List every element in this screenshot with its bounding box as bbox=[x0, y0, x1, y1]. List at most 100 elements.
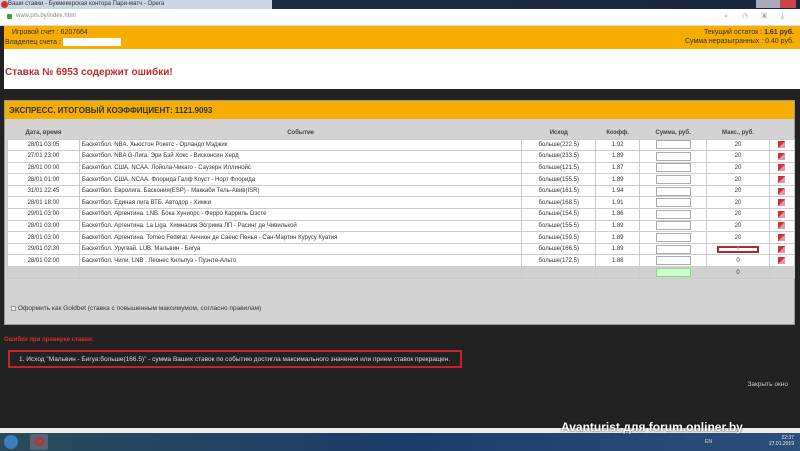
owner-value bbox=[62, 38, 121, 46]
bet-sum-input[interactable] bbox=[655, 256, 691, 266]
clock[interactable]: 22:37 27.01.2019 bbox=[769, 435, 794, 447]
close-window-link[interactable]: Закрыть окно bbox=[747, 381, 788, 388]
error-message: 1. Исход "Мальвин - Бигуа:больше(166.5)"… bbox=[8, 350, 462, 368]
taskbar-opera[interactable] bbox=[30, 434, 48, 450]
unplayed-value: 0.40 руб. bbox=[765, 38, 794, 45]
col-date: Дата, время bbox=[25, 129, 62, 136]
col-coeff: Коэфф. bbox=[606, 129, 630, 136]
bet-outcome: больше(233.5) bbox=[521, 150, 597, 163]
bet-date: 28/01 01:00 bbox=[7, 173, 80, 186]
delete-icon[interactable] bbox=[778, 199, 786, 207]
bet-sum-input[interactable] bbox=[655, 221, 691, 231]
bet-sum-cell bbox=[639, 219, 708, 233]
game-account-label: Игровой счет : bbox=[12, 29, 59, 36]
empty bbox=[521, 266, 597, 280]
delete-icon[interactable] bbox=[778, 141, 786, 149]
bet-max: 20 bbox=[706, 173, 770, 186]
col-outcome: Исход bbox=[549, 129, 568, 136]
balance-label: Текущий остаток : bbox=[703, 29, 763, 36]
bet-event: Баскетбол. Аргентина. LNB. Бока Хуниорс … bbox=[78, 208, 523, 221]
language-indicator[interactable]: EN bbox=[705, 439, 712, 445]
bet-max-error: 0 bbox=[717, 245, 760, 253]
total-sum-input[interactable] bbox=[655, 268, 691, 278]
bet-date: 28/01 18:00 bbox=[7, 196, 80, 210]
bet-date: 28/01 03:05 bbox=[7, 138, 80, 152]
bet-sum-input[interactable] bbox=[655, 244, 691, 254]
delete-icon[interactable] bbox=[778, 257, 786, 265]
game-account-value: 6207664 bbox=[60, 29, 88, 36]
bet-outcome: больше(154.5) bbox=[521, 208, 597, 221]
delete-icon[interactable] bbox=[778, 210, 786, 218]
delete-icon[interactable] bbox=[778, 187, 786, 195]
bet-coeff: 1.88 bbox=[595, 254, 641, 268]
bet-coeff: 1.89 bbox=[595, 242, 641, 256]
owner: Владелец счета : bbox=[5, 38, 121, 46]
delete-icon[interactable] bbox=[778, 152, 786, 160]
bet-delete-cell bbox=[768, 184, 796, 198]
bet-delete-cell bbox=[768, 231, 796, 244]
empty bbox=[595, 266, 641, 280]
opera-icon bbox=[34, 437, 44, 446]
express-header: ЭКСПРЕСС. ИТОГОВЫЙ КОЭФФИЦИЕНТ: 1121.909… bbox=[5, 101, 794, 119]
bet-sum-input[interactable] bbox=[655, 163, 691, 173]
delete-icon[interactable] bbox=[778, 245, 786, 253]
bet-sum-input[interactable] bbox=[655, 140, 691, 150]
bet-sum-cell bbox=[639, 242, 708, 256]
bet-event: Баскетбол. США. NCAA. Лойола-Чикаго - Са… bbox=[78, 161, 523, 175]
toolbar-icons[interactable]: ⌕ ◷ ▣ ⤓ bbox=[724, 13, 790, 21]
bet-sum-cell bbox=[639, 208, 708, 221]
bet-outcome: больше(155.5) bbox=[521, 173, 597, 186]
bet-sum-cell bbox=[639, 173, 708, 186]
table-row: 28/01 03:00 Баскетбол. Аргентина. La Liga… bbox=[7, 219, 796, 233]
table-row: 28/01 18:00 Баскетбол. Единая лига ВТБ. А… bbox=[7, 196, 796, 210]
bet-delete-cell bbox=[768, 254, 796, 268]
bet-delete-cell bbox=[768, 138, 796, 152]
bet-event: Баскетбол. Уругвай. LUB. Мальвин - Бигуа bbox=[78, 242, 523, 256]
delete-icon[interactable] bbox=[778, 222, 786, 230]
bet-coeff: 1.89 bbox=[595, 150, 641, 163]
bet-sum-input[interactable] bbox=[655, 233, 691, 243]
bet-outcome: больше(168.5) bbox=[521, 196, 597, 210]
goldbet-option[interactable]: Оформить как Goldbet (ставка с повышенны… bbox=[11, 305, 261, 312]
bet-date: 28/01 03:00 bbox=[7, 219, 80, 233]
col-action bbox=[769, 127, 794, 139]
bet-max: 20 bbox=[706, 138, 770, 152]
window-controls[interactable] bbox=[756, 0, 796, 8]
bet-max: 20 bbox=[706, 196, 770, 210]
bet-sum-input[interactable] bbox=[655, 175, 691, 185]
bet-date: 27/01 23:00 bbox=[7, 150, 80, 163]
taskbar: EN 22:37 27.01.2019 bbox=[0, 433, 800, 451]
delete-icon[interactable] bbox=[778, 176, 786, 184]
window-title: Ваши ставки - Букмекерская контора Пари-… bbox=[8, 1, 165, 7]
delete-icon[interactable] bbox=[778, 164, 786, 172]
table-row: 28/01 03:05 Баскетбол. NBA. Хьюстон Рокет… bbox=[7, 138, 796, 152]
bet-outcome: больше(121.5) bbox=[521, 161, 597, 175]
bet-sum-cell bbox=[639, 231, 708, 244]
bet-event: Баскетбол. Чили. LNB . Леонес Кильпуэ - … bbox=[78, 254, 523, 268]
total-max: 0 bbox=[706, 266, 770, 280]
table-row: 28/01 01:00 Баскетбол. США. NCAA. Флорида… bbox=[7, 173, 796, 186]
table-row: 28/01 03:00 Баскетбол. Аргентина. Torneo … bbox=[7, 231, 796, 244]
url-text[interactable]: www.pm.by/index.html bbox=[16, 13, 76, 19]
bet-date: 29/01 02:30 bbox=[7, 242, 80, 256]
table-row: 29/01 03:00 Баскетбол. Аргентина. LNB. Бо… bbox=[7, 208, 796, 221]
bet-coeff: 1.89 bbox=[595, 219, 641, 233]
start-button[interactable] bbox=[4, 435, 18, 449]
bet-outcome: больше(161.5) bbox=[521, 184, 597, 198]
bet-delete-cell bbox=[768, 196, 796, 210]
bet-max: 0 bbox=[706, 242, 770, 256]
bet-sum-input[interactable] bbox=[655, 198, 691, 208]
bet-sum-input[interactable] bbox=[655, 209, 691, 219]
bet-coeff: 1.89 bbox=[595, 173, 641, 186]
delete-icon[interactable] bbox=[778, 234, 786, 241]
bet-sum-input[interactable] bbox=[655, 151, 691, 161]
goldbet-checkbox[interactable] bbox=[11, 305, 16, 311]
bet-date: 28/01 03:00 bbox=[7, 231, 80, 244]
bet-outcome: больше(166.5) bbox=[521, 242, 597, 256]
bet-sum-input[interactable] bbox=[655, 186, 691, 196]
empty bbox=[78, 266, 523, 280]
bets-table: Дата, время Событие Исход Коэфф. Сумма, … bbox=[7, 127, 796, 280]
bet-delete-cell bbox=[768, 150, 796, 163]
bet-delete-cell bbox=[768, 208, 796, 221]
address-bar[interactable]: www.pm.by/index.html ⌕ ◷ ▣ ⤓ bbox=[0, 9, 800, 26]
